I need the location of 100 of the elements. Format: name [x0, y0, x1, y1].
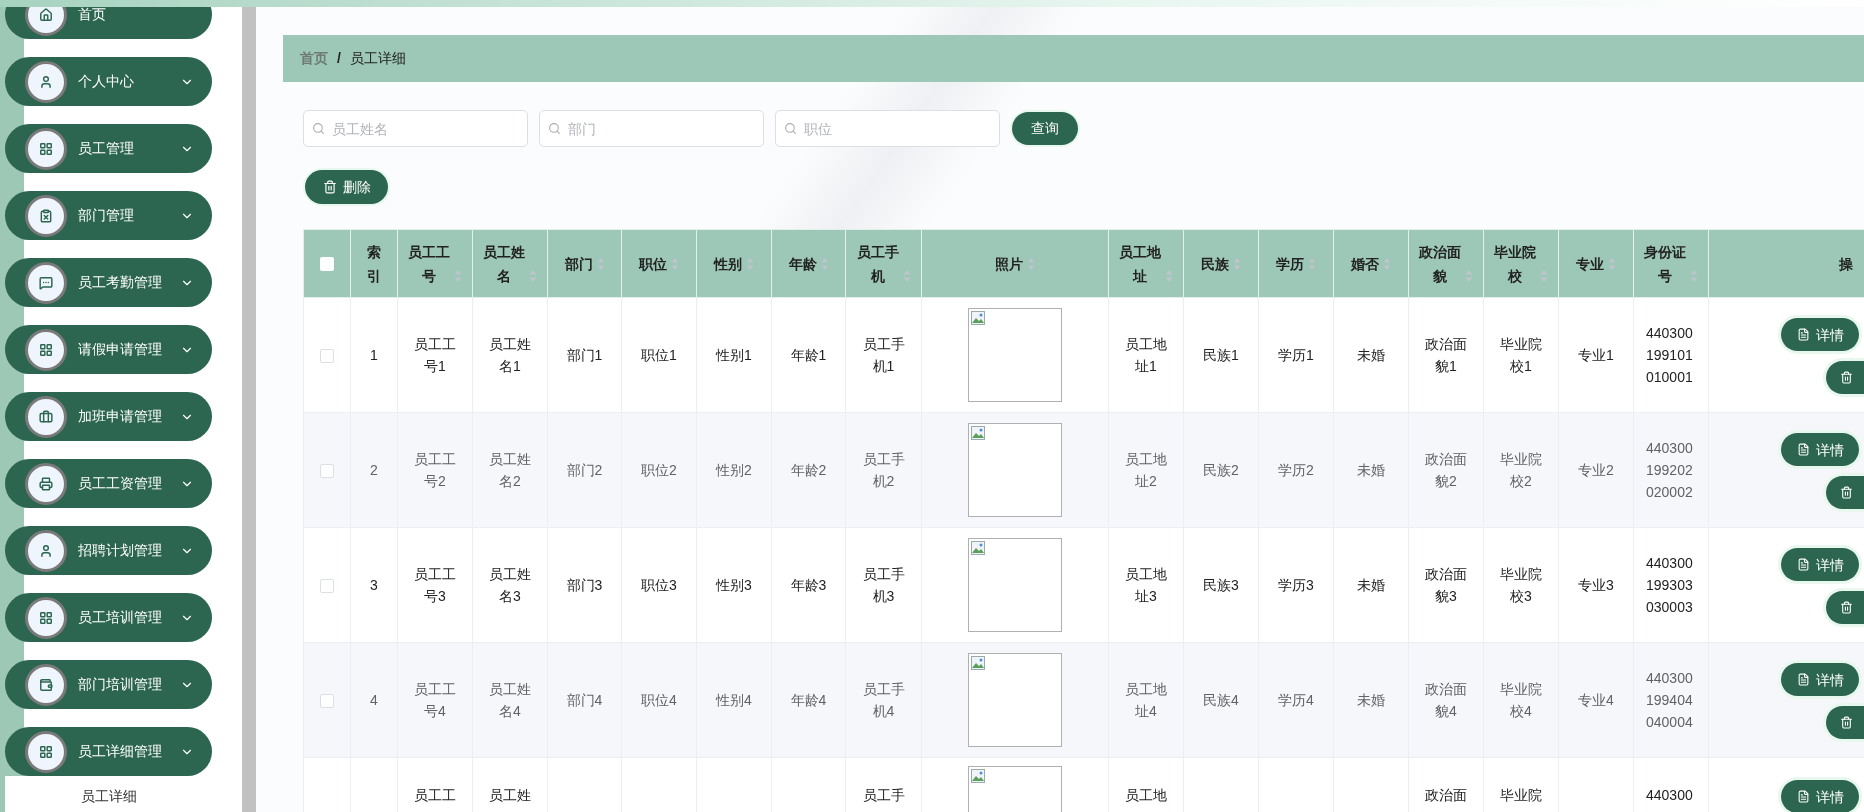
table-cell-text: 政治面貌1 — [1425, 336, 1467, 374]
table-cell-text: 员工手机1 — [862, 336, 905, 374]
detail-button[interactable]: 详情 — [1781, 780, 1859, 812]
table-cell-text: 员工工号3 — [414, 566, 456, 604]
table-cell-text: 440300199404040004 — [1646, 669, 1694, 732]
table-cell-text: 440300199202020002 — [1646, 439, 1694, 502]
table-cell-text: 部门4 — [566, 692, 603, 708]
menu-item[interactable]: 员工工资管理 — [5, 459, 212, 508]
detail-button[interactable]: 详情 — [1781, 548, 1859, 581]
table-cell-text: 员工工号2 — [414, 451, 456, 489]
sort-icon[interactable] — [820, 256, 829, 271]
table-cell-text: 440300199303030003 — [1646, 554, 1694, 617]
table-cell-text: 员工手机2 — [862, 451, 905, 489]
sort-icon[interactable] — [454, 268, 462, 283]
sort-icon[interactable] — [1465, 268, 1473, 283]
menu-item[interactable]: 请假申请管理 — [5, 325, 212, 374]
table-cell-text: 员工地址1 — [1125, 336, 1167, 374]
table-cell-text: 员工姓名1 — [489, 336, 531, 374]
trash-icon — [1840, 486, 1853, 499]
column-header: 员工姓名 — [483, 242, 525, 286]
table-cell-text: 民族1 — [1203, 347, 1239, 363]
scrollbar[interactable] — [242, 7, 256, 812]
table-cell-text: 2 — [370, 462, 378, 478]
table-cell-text: 员工姓名3 — [489, 566, 531, 604]
table-cell-text: 职位4 — [641, 692, 677, 708]
header-checkbox[interactable] — [320, 257, 334, 272]
sort-icon[interactable] — [1383, 256, 1391, 271]
row-checkbox[interactable] — [320, 693, 334, 708]
printer-icon — [25, 462, 67, 505]
sort-icon[interactable] — [671, 256, 679, 271]
table-cell-text: 政治面貌4 — [1425, 681, 1467, 719]
document-icon — [1796, 443, 1810, 456]
menu-item[interactable]: 个人中心 — [5, 57, 212, 106]
table-cell-text: 员工地址3 — [1125, 566, 1167, 604]
trash-icon — [1840, 601, 1853, 614]
grid-icon — [25, 730, 67, 773]
sort-icon[interactable] — [596, 256, 605, 271]
table-cell-text: 专业3 — [1578, 577, 1614, 593]
detail-button[interactable]: 详情 — [1781, 318, 1859, 351]
menu-item[interactable]: 首页 — [5, 7, 212, 39]
column-header: 民族 — [1201, 254, 1229, 274]
table-cell-text: 学历2 — [1278, 462, 1314, 478]
column-header: 操 — [1839, 254, 1853, 274]
search-field[interactable]: 职位 — [775, 110, 1000, 147]
table-cell-text: 民族3 — [1203, 577, 1239, 593]
table-cell-text: 职位2 — [641, 462, 677, 478]
table-cell-text: 年龄4 — [790, 692, 827, 708]
table-cell-text: 员工姓名2 — [489, 451, 531, 489]
document-icon — [1796, 558, 1810, 571]
broken-image-icon — [971, 311, 985, 325]
sort-icon[interactable] — [746, 256, 754, 271]
column-header: 职位 — [639, 254, 667, 274]
sort-icon[interactable] — [1608, 256, 1616, 271]
delete-button[interactable]: 删除 — [305, 170, 388, 204]
sort-icon[interactable] — [1165, 268, 1173, 283]
briefcase-icon — [25, 395, 67, 438]
table-cell-text: 毕业院 — [1500, 787, 1542, 803]
search-icon — [312, 122, 325, 135]
table-cell-text: 性别3 — [716, 577, 752, 593]
table-cell-text: 4 — [370, 692, 378, 708]
sort-icon[interactable] — [1540, 268, 1548, 283]
row-checkbox[interactable] — [320, 578, 334, 593]
menu-item[interactable]: 部门培训管理 — [5, 660, 212, 709]
table-cell-text: 年龄1 — [790, 347, 827, 363]
detail-button[interactable]: 详情 — [1781, 663, 1859, 696]
table-cell-text: 政治面貌2 — [1425, 451, 1467, 489]
menu-item[interactable]: 加班申请管理 — [5, 392, 212, 441]
table-cell-text: 性别4 — [716, 692, 752, 708]
sort-icon[interactable] — [1308, 256, 1316, 271]
table-cell-text: 员工工号1 — [414, 336, 456, 374]
search-field[interactable]: 部门 — [539, 110, 764, 147]
table-cell-text: 部门1 — [566, 347, 603, 363]
search-field[interactable]: 员工姓名 — [303, 110, 528, 147]
column-header: 部门 — [564, 254, 593, 274]
sort-icon[interactable] — [903, 268, 911, 283]
table-cell-text: 员工地址2 — [1125, 451, 1167, 489]
sort-icon[interactable] — [1690, 268, 1698, 283]
column-header: 员工手机 — [856, 242, 899, 286]
sort-icon[interactable] — [1233, 256, 1241, 271]
menu-item[interactable]: 部门管理 — [5, 191, 212, 240]
table-cell-text: 职位3 — [641, 577, 677, 593]
sort-icon[interactable] — [1027, 256, 1035, 271]
user-icon — [25, 529, 67, 572]
row-checkbox[interactable] — [320, 463, 334, 478]
menu-item[interactable]: 员工详细管理 — [5, 727, 212, 776]
menu-item[interactable]: 员工培训管理 — [5, 593, 212, 642]
wallet-icon — [25, 663, 67, 706]
detail-button[interactable]: 详情 — [1781, 433, 1859, 466]
column-header: 照片 — [995, 254, 1023, 274]
menu-item[interactable]: 招聘计划管理 — [5, 526, 212, 575]
table-cell-text: 年龄3 — [790, 577, 827, 593]
row-checkbox[interactable] — [320, 348, 334, 363]
table-cell-text: 专业2 — [1578, 462, 1614, 478]
trash-icon — [1840, 716, 1853, 729]
sort-icon[interactable] — [529, 268, 537, 283]
document-icon — [1796, 673, 1810, 686]
menu-item[interactable]: 员工管理 — [5, 124, 212, 173]
search-button[interactable]: 查询 — [1012, 112, 1078, 145]
column-header: 性别 — [714, 254, 742, 274]
menu-item[interactable]: 员工考勤管理 — [5, 258, 212, 307]
